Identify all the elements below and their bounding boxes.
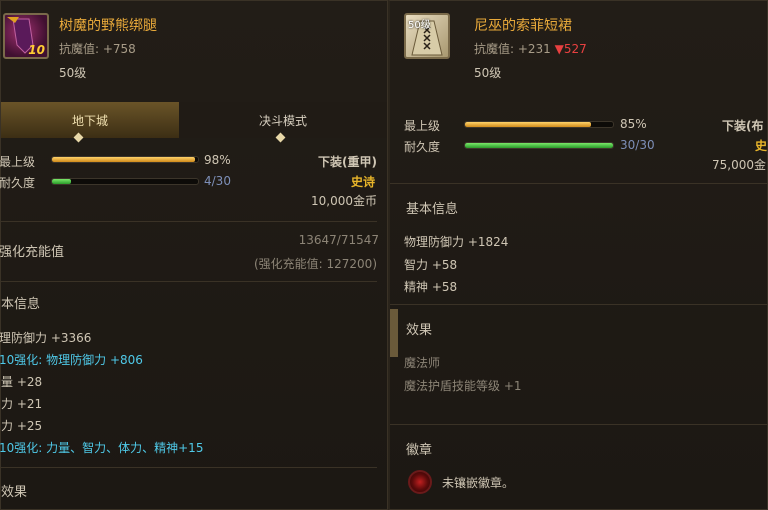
stat-line: 精神 +58 (404, 280, 458, 294)
effect-heading: 效果 (1, 485, 28, 500)
max-grade-label: 最上级 (0, 155, 36, 169)
tab-duel[interactable]: 决斗模式 (179, 102, 387, 138)
stat-line: 智力 +58 (404, 258, 458, 272)
basic-info-heading: 本信息 (1, 297, 41, 312)
max-grade-fill (52, 157, 196, 162)
tab-dungeon[interactable]: 地下城 (1, 102, 179, 138)
price: 75,000金 (712, 158, 766, 172)
effect-line: 魔法师 (404, 356, 441, 370)
tab-duel-label: 决斗模式 (258, 113, 307, 128)
rarity: 史诗 (350, 175, 375, 189)
enhance-value: 13647/71547 (298, 233, 379, 247)
enhance-sub: (强化充能值: 127200) (253, 257, 377, 271)
durability-fill (52, 179, 72, 184)
emblem-slot-icon (408, 470, 432, 494)
side-accent (390, 309, 398, 357)
emblem-text: 未镶嵌徽章。 (442, 476, 515, 490)
divider (1, 221, 377, 222)
durability-label: 耐久度 (0, 176, 36, 190)
item-name: 树魔的野熊绑腿 (59, 18, 157, 34)
left-item-tooltip: 10 树魔的野熊绑腿 抗魔值: +758 50级 地下城 决斗模式 最上级 98… (0, 0, 388, 510)
item-icon-right: 50级 (404, 13, 450, 59)
divider (1, 281, 377, 282)
emblem-heading: 徽章 (406, 443, 433, 458)
resist-diff: ▼527 (554, 42, 587, 56)
max-grade-pct: 85% (620, 117, 647, 131)
durability-value: 4/30 (204, 174, 231, 188)
price: 10,000金币 (311, 194, 377, 208)
enhance-level-badge: 10 (28, 43, 45, 57)
stat-line: 量 +28 (1, 375, 43, 389)
stat-line: 力 +25 (1, 419, 43, 433)
effect-line: 魔法护盾技能等级 +1 (404, 379, 522, 393)
max-grade-bar (51, 156, 199, 163)
basic-info-heading: 基本信息 (406, 202, 459, 217)
stat-line: 力 +21 (1, 397, 43, 411)
enhance-label: 强化充能值 (0, 245, 65, 260)
equip-type: 下装(重甲) (318, 155, 377, 169)
magic-resist-value: 抗魔值: +231 (474, 42, 551, 56)
durability-fill (465, 143, 613, 148)
rarity: 史 (755, 139, 768, 153)
item-name: 尼巫的索菲短裙 (474, 18, 572, 34)
durability-bar (464, 142, 614, 149)
durability-value: 30/30 (620, 138, 655, 152)
tab-dungeon-label: 地下城 (71, 113, 108, 128)
icon-level-badge: 50级 (408, 20, 431, 31)
item-level: 50级 (474, 66, 502, 80)
divider (390, 424, 767, 425)
equip-type: 下装(布 (722, 119, 764, 133)
divider (390, 183, 767, 184)
stat-line: 10强化: 力量、智力、体力、精神+15 (0, 441, 204, 455)
stat-line: 理防御力 +3366 (0, 331, 92, 345)
max-grade-fill (465, 122, 591, 127)
stat-line: 10强化: 物理防御力 +806 (0, 353, 143, 367)
magic-resist: 抗魔值: +231 ▼527 (474, 40, 587, 57)
stat-line: 物理防御力 +1824 (404, 235, 509, 249)
max-grade-bar (464, 121, 614, 128)
item-icon-left: 10 (3, 13, 49, 59)
right-item-tooltip: 50级 尼巫的索菲短裙 抗魔值: +231 ▼527 50级 最上级 85% 耐… (388, 0, 768, 510)
durability-label: 耐久度 (404, 140, 441, 154)
max-grade-pct: 98% (204, 153, 231, 167)
magic-resist: 抗魔值: +758 (59, 42, 136, 56)
durability-bar (51, 178, 199, 185)
max-grade-label: 最上级 (404, 119, 441, 133)
effect-heading: 效果 (406, 323, 433, 338)
item-level: 50级 (59, 66, 87, 80)
divider (390, 304, 767, 305)
divider (1, 467, 377, 468)
